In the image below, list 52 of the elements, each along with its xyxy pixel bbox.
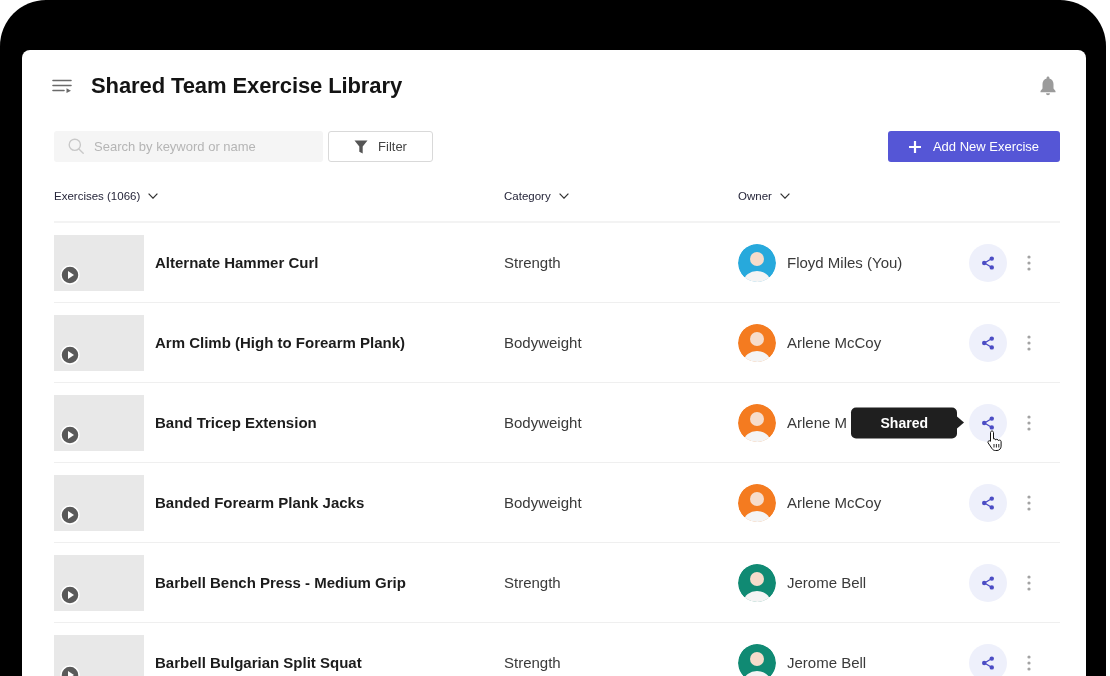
owner-name: Arlene M xyxy=(787,414,848,431)
share-icon xyxy=(981,335,995,350)
search-icon xyxy=(68,138,84,154)
share-icon xyxy=(981,255,995,270)
exercise-name[interactable]: Barbell Bench Press - Medium Grip xyxy=(155,574,406,591)
filter-button[interactable]: Filter xyxy=(328,131,433,162)
chevron-down-icon xyxy=(779,193,790,199)
column-header[interactable]: Exercises (1066) xyxy=(54,190,159,202)
share-icon xyxy=(981,575,995,590)
play-icon[interactable] xyxy=(60,344,80,365)
share-button[interactable] xyxy=(969,563,1007,602)
page-title: Shared Team Exercise Library xyxy=(91,73,403,99)
owner-name: Jerome Bell xyxy=(787,574,867,591)
exercise-name[interactable]: Banded Forearm Plank Jacks xyxy=(155,494,365,511)
share-button[interactable] xyxy=(969,643,1007,676)
play-icon[interactable] xyxy=(60,504,80,525)
share-button[interactable] xyxy=(969,483,1007,522)
category-text: Strength xyxy=(504,574,561,591)
column-header[interactable]: Owner xyxy=(738,190,790,202)
share-icon xyxy=(981,415,995,430)
category-text: Bodyweight xyxy=(504,414,582,431)
owner-name: Arlene McCoy xyxy=(787,334,882,351)
owner-name: Jerome Bell xyxy=(787,654,867,671)
category-text: Strength xyxy=(504,654,561,671)
share-icon xyxy=(981,495,995,510)
exercise-name[interactable]: Arm Climb (High to Forearm Plank) xyxy=(155,334,406,351)
column-header[interactable]: Category xyxy=(504,190,569,202)
menu-icon[interactable] xyxy=(52,79,72,93)
bell-icon[interactable] xyxy=(1039,76,1057,96)
tooltip: Shared xyxy=(850,407,964,438)
hand-cursor-icon xyxy=(987,429,1004,451)
share-button[interactable] xyxy=(969,403,1007,442)
play-icon[interactable] xyxy=(60,264,80,285)
owner-name: Floyd Miles (You) xyxy=(787,254,903,271)
share-button[interactable] xyxy=(969,323,1007,362)
exercise-name[interactable]: Band Tricep Extension xyxy=(155,414,317,431)
exercise-name[interactable]: Alternate Hammer Curl xyxy=(155,254,319,271)
add-exercise-button[interactable]: Add New Exercise xyxy=(888,131,1060,162)
owner-name: Arlene McCoy xyxy=(787,494,882,511)
play-icon[interactable] xyxy=(60,584,80,605)
play-icon[interactable] xyxy=(60,424,80,445)
share-icon xyxy=(981,655,995,670)
category-text: Strength xyxy=(504,254,561,271)
chevron-down-icon xyxy=(558,193,569,199)
exercise-name[interactable]: Barbell Bulgarian Split Squat xyxy=(155,654,362,671)
category-text: Bodyweight xyxy=(504,334,582,351)
chevron-down-icon xyxy=(148,193,159,199)
search-field[interactable]: Search by keyword or name xyxy=(54,131,323,162)
category-text: Bodyweight xyxy=(504,494,582,511)
plus-icon xyxy=(908,140,921,153)
filter-icon xyxy=(354,139,369,154)
share-button[interactable] xyxy=(969,243,1007,282)
